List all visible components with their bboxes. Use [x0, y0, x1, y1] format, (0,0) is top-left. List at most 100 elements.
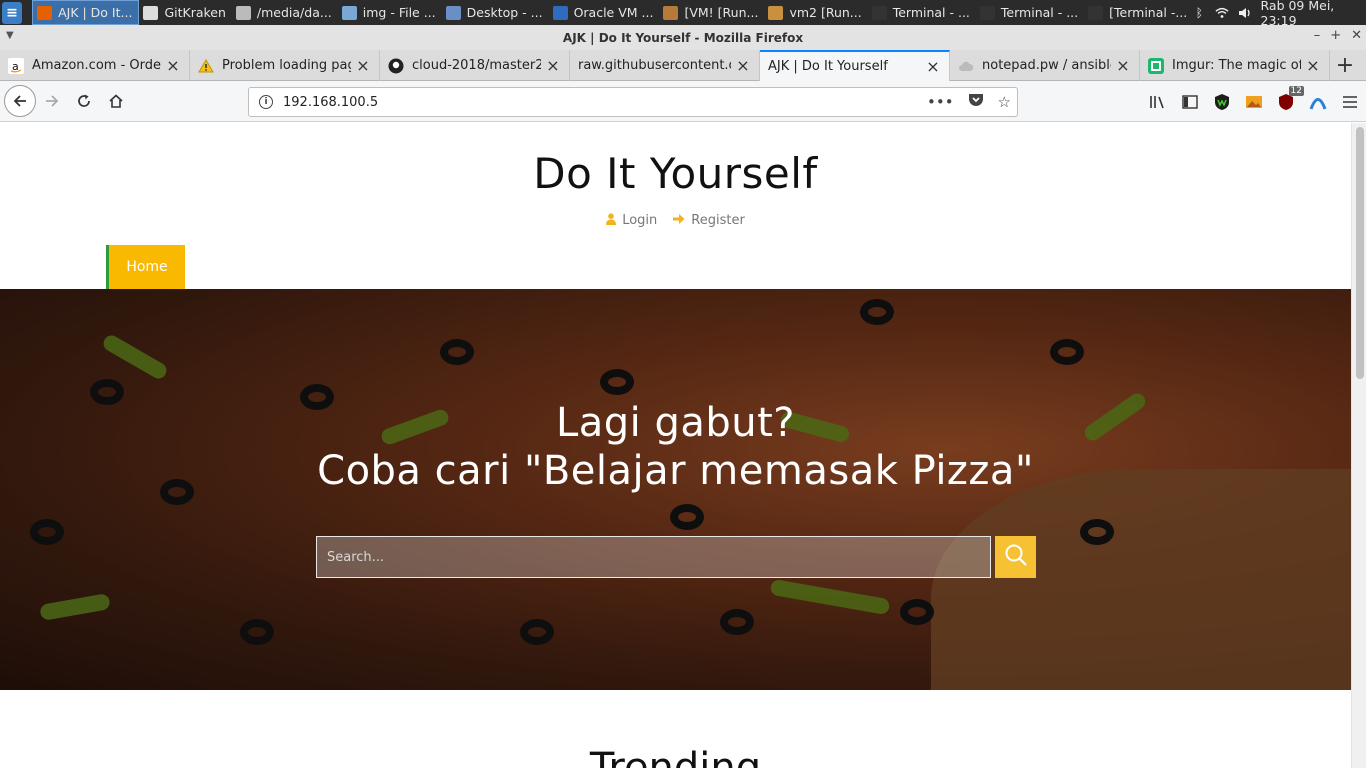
- taskbar-task[interactable]: [VM! [Run...: [659, 0, 764, 25]
- vm-icon: [768, 5, 784, 20]
- forward-button[interactable]: [36, 85, 68, 117]
- system-tray: ᛒ Rab 09 Mei, 23:19: [1193, 0, 1366, 28]
- search-button[interactable]: [995, 536, 1036, 578]
- arrow-right-icon: [673, 213, 685, 228]
- user-icon: [606, 213, 617, 228]
- taskbar-task[interactable]: GitKraken: [139, 0, 231, 25]
- taskbar-task[interactable]: AJK | Do It...: [32, 0, 140, 25]
- close-tab-icon[interactable]: ×: [1305, 56, 1321, 75]
- main-nav: Home: [106, 245, 185, 289]
- browser-tab[interactable]: AJK | Do It Yourself ×: [760, 50, 950, 81]
- bluetooth-icon[interactable]: ᛒ: [1193, 6, 1205, 20]
- browser-tab[interactable]: Imgur: The magic of th ×: [1140, 50, 1330, 81]
- github-icon: [388, 58, 404, 74]
- window-menu-icon[interactable]: ▼: [6, 30, 14, 41]
- taskbar-task-label: vm2 [Run...: [789, 5, 862, 20]
- terminal-icon: [871, 5, 887, 20]
- close-tab-icon[interactable]: ×: [355, 56, 371, 75]
- site-info-icon[interactable]: i: [259, 95, 273, 109]
- new-tab-button[interactable]: +: [1330, 50, 1360, 80]
- tab-strip: aAmazon.com - Order t×Problem loading pa…: [0, 50, 1366, 81]
- close-window-icon[interactable]: ✕: [1351, 28, 1362, 43]
- image-extension-icon[interactable]: [1244, 92, 1264, 112]
- browser-tab-label: notepad.pw / ansibleb: [982, 58, 1111, 73]
- taskbar-task-label: Terminal - ...: [892, 5, 970, 20]
- nav-home[interactable]: Home: [106, 245, 185, 289]
- window-title: AJK | Do It Yourself - Mozilla Firefox: [562, 30, 804, 45]
- reload-button[interactable]: [68, 85, 100, 117]
- taskbar-task-label: /media/da...: [256, 5, 332, 20]
- volume-icon[interactable]: [1238, 6, 1252, 20]
- window-icon: [143, 5, 159, 20]
- search-form: [316, 536, 1036, 578]
- close-tab-icon[interactable]: ×: [735, 56, 751, 75]
- wifi-icon[interactable]: [1214, 6, 1229, 20]
- bookmark-star-icon[interactable]: ☆: [998, 93, 1011, 111]
- url-bar[interactable]: i 192.168.100.5 ••• ☆: [248, 87, 1018, 117]
- amazon-icon: a: [8, 57, 24, 74]
- taskbar-task-label: Oracle VM ...: [573, 5, 654, 20]
- taskbar-task[interactable]: /media/da...: [232, 0, 338, 25]
- start-menu-button[interactable]: ≡: [2, 1, 23, 24]
- taskbar-task[interactable]: vm2 [Run...: [764, 0, 867, 25]
- warning-icon: [198, 58, 214, 74]
- scrollbar-thumb[interactable]: [1356, 127, 1364, 379]
- browser-tab[interactable]: raw.githubusercontent.co ×: [570, 50, 760, 81]
- taskbar-task-label: AJK | Do It...: [58, 5, 133, 20]
- tab-list: aAmazon.com - Order t×Problem loading pa…: [0, 50, 1330, 81]
- close-tab-icon[interactable]: ×: [165, 56, 181, 75]
- close-tab-icon[interactable]: ×: [925, 57, 941, 76]
- remote-desktop-icon: [445, 5, 461, 20]
- login-link[interactable]: Login: [606, 213, 657, 228]
- browser-tab-label: AJK | Do It Yourself: [768, 59, 888, 74]
- ublock-icon[interactable]: 12: [1276, 86, 1304, 112]
- clock[interactable]: Rab 09 Mei, 23:19: [1261, 0, 1361, 28]
- firefox-icon: [37, 5, 53, 20]
- taskbar-task[interactable]: [Terminal -...: [1084, 0, 1193, 25]
- close-tab-icon[interactable]: ×: [545, 56, 561, 75]
- vm-icon: [663, 5, 679, 20]
- browser-tab[interactable]: notepad.pw / ansibleb ×: [950, 50, 1140, 81]
- taskbar-task-label: img - File ...: [362, 5, 436, 20]
- navigation-toolbar: i 192.168.100.5 ••• ☆ 12: [0, 81, 1366, 122]
- taskbar-task-label: Desktop - ...: [466, 5, 543, 20]
- taskbar-task[interactable]: Terminal - ...: [976, 0, 1084, 25]
- cloud-icon: [958, 58, 974, 74]
- sidebar-icon[interactable]: [1180, 92, 1200, 112]
- minimize-icon[interactable]: –: [1314, 28, 1321, 43]
- vpn-extension-icon[interactable]: [1308, 92, 1328, 112]
- terminal-icon: [979, 5, 995, 20]
- taskbar-task[interactable]: Desktop - ...: [442, 0, 549, 25]
- editor-icon: [235, 5, 251, 20]
- register-link[interactable]: Register: [673, 213, 745, 228]
- taskbar-task[interactable]: Oracle VM ...: [549, 0, 660, 25]
- taskbar-task-label: [Terminal -...: [1109, 5, 1188, 20]
- close-tab-icon[interactable]: ×: [1115, 56, 1131, 75]
- register-label: Register: [691, 213, 745, 228]
- search-input[interactable]: [316, 536, 991, 578]
- folder-icon: [341, 5, 357, 20]
- browser-tab[interactable]: a Amazon.com - Order t ×: [0, 50, 190, 81]
- taskbar-task[interactable]: Terminal - ...: [868, 0, 976, 25]
- home-button[interactable]: [100, 85, 132, 117]
- task-list: AJK | Do It... GitKraken/media/da... img -…: [32, 0, 1193, 25]
- taskbar-task-label: GitKraken: [164, 5, 226, 20]
- browser-tab[interactable]: cloud-2018/master2 - ×: [380, 50, 570, 81]
- maximize-icon[interactable]: +: [1330, 28, 1341, 43]
- os-taskbar: ≡ AJK | Do It... GitKraken/media/da... img…: [0, 0, 1366, 28]
- shield-extension-icon[interactable]: [1212, 92, 1232, 112]
- imgur-icon: [1148, 57, 1164, 74]
- taskbar-task[interactable]: img - File ...: [338, 0, 442, 25]
- page-scrollbar[interactable]: [1351, 123, 1366, 768]
- page-actions-icon[interactable]: •••: [927, 93, 954, 111]
- site-title[interactable]: Do It Yourself: [0, 149, 1351, 198]
- pocket-icon[interactable]: [968, 93, 984, 111]
- browser-tab[interactable]: Problem loading page ×: [190, 50, 380, 81]
- section-title-trending: Trending: [589, 745, 762, 768]
- back-button[interactable]: [4, 85, 36, 117]
- url-text[interactable]: 192.168.100.5: [283, 95, 927, 110]
- library-icon[interactable]: [1148, 92, 1168, 112]
- hamburger-menu-icon[interactable]: [1340, 92, 1360, 112]
- terminal-icon: [1088, 5, 1104, 20]
- hero-line-1: Lagi gabut?: [555, 400, 796, 446]
